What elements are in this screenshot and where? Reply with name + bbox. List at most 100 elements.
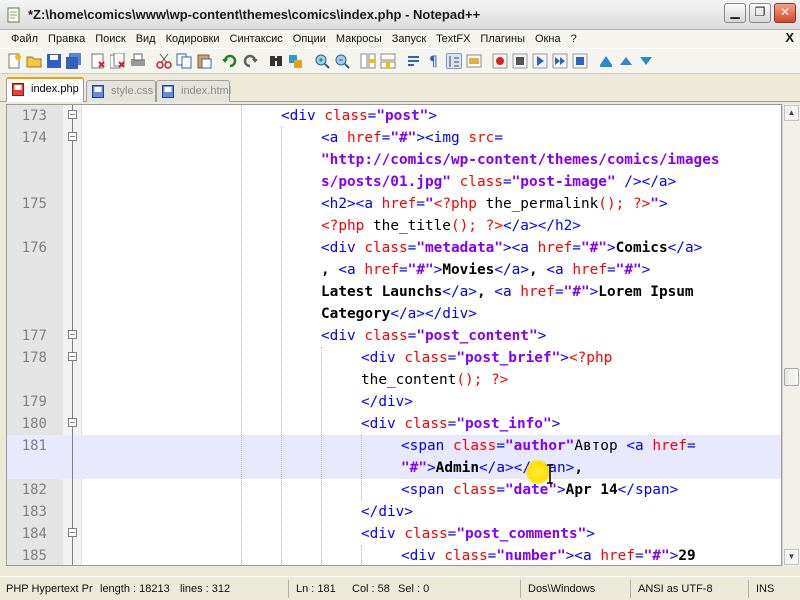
record-icon[interactable] (492, 53, 508, 69)
menu-view[interactable]: Вид (131, 33, 161, 45)
status-filetype: PHP Hypertext Pr (6, 583, 93, 595)
menu-plugins[interactable]: Плагины (475, 33, 530, 45)
close-window-button[interactable]: ✕ (774, 3, 796, 23)
trim-icon[interactable] (598, 53, 614, 69)
scroll-down-icon[interactable]: ▼ (784, 549, 799, 565)
toolbar: ¶ (0, 48, 800, 74)
maximize-button[interactable]: ❐ (749, 3, 771, 23)
code-editor[interactable]: 173 <div class="post"> 174 <a href="#"><… (6, 104, 782, 566)
tab-style-css[interactable]: style.css (86, 80, 156, 102)
status-length: length : 18213 (100, 583, 170, 595)
status-insert-mode: INS (756, 583, 775, 595)
fold-toggle-icon[interactable] (68, 352, 77, 361)
menu-settings[interactable]: Опции (288, 33, 331, 45)
menu-window[interactable]: Окна (530, 33, 566, 45)
play-icon[interactable] (532, 53, 548, 69)
stop-icon[interactable] (512, 53, 528, 69)
menu-search[interactable]: Поиск (90, 33, 130, 45)
print-icon[interactable] (130, 53, 146, 69)
scroll-thumb[interactable] (784, 368, 799, 386)
minimize-button[interactable]: ▁ (724, 3, 746, 23)
menu-edit[interactable]: Правка (43, 33, 90, 45)
line-number: 185 (21, 548, 47, 564)
fold-toggle-icon[interactable] (68, 418, 77, 427)
zoom-in-icon[interactable] (314, 53, 330, 69)
tab-index-php[interactable]: index.php (6, 77, 84, 102)
sync-v-icon[interactable] (360, 53, 376, 69)
svg-text:¶: ¶ (429, 54, 438, 69)
copy-icon[interactable] (176, 53, 192, 69)
down-icon[interactable] (638, 53, 654, 69)
line-number: 177 (21, 328, 47, 344)
undo-icon[interactable] (222, 53, 238, 69)
redo-icon[interactable] (242, 53, 258, 69)
code-line: <div class="number"><a href="#">29 (401, 548, 696, 564)
code-line: <a href="#"><img src= (321, 130, 503, 146)
fold-toggle-icon[interactable] (68, 110, 77, 119)
indent-guide-icon[interactable] (446, 53, 462, 69)
line-number: 179 (21, 394, 47, 410)
menu-bar: Файл Правка Поиск Вид Кодировки Синтакси… (0, 30, 800, 48)
tab-index-html[interactable]: index.html (156, 80, 232, 102)
indent-guide (241, 105, 242, 565)
indent-guide (361, 545, 362, 565)
code-line-wrap: "http://comics/wp-content/themes/comics/… (321, 152, 720, 168)
fold-toggle-icon[interactable] (68, 330, 77, 339)
up-icon[interactable] (618, 53, 634, 69)
zoom-out-icon[interactable] (334, 53, 350, 69)
save-icon[interactable] (46, 53, 62, 69)
close-icon[interactable] (90, 53, 106, 69)
code-line: <div class="post_content"> (321, 328, 547, 344)
cut-icon[interactable] (156, 53, 172, 69)
fold-toggle-icon[interactable] (68, 528, 77, 537)
replace-icon[interactable] (288, 53, 304, 69)
saved-file-icon (162, 85, 174, 98)
all-chars-icon[interactable]: ¶ (426, 53, 442, 69)
find-icon[interactable] (268, 53, 284, 69)
line-number: 180 (21, 416, 47, 432)
code-line: <div class="post"> (281, 108, 437, 124)
vertical-scrollbar[interactable]: ▲ ▼ (782, 104, 800, 566)
line-number: 178 (21, 350, 47, 366)
save-all-icon[interactable] (66, 53, 82, 69)
code-line: </div> (361, 504, 413, 520)
save-macro-icon[interactable] (572, 53, 588, 69)
sync-h-icon[interactable] (380, 53, 396, 69)
code-line: <div class="post_brief"><?php (361, 350, 613, 366)
code-line-wrap: s/posts/01.jpg" class="post-image" /></a… (321, 174, 677, 190)
menu-encoding[interactable]: Кодировки (161, 33, 225, 45)
fold-toggle-icon[interactable] (68, 132, 77, 141)
status-encoding: ANSI as UTF-8 (638, 583, 713, 595)
menu-help[interactable]: ? (566, 33, 582, 45)
menu-run[interactable]: Запуск (387, 33, 431, 45)
open-icon[interactable] (26, 53, 42, 69)
menu-textfx[interactable]: TextFX (431, 33, 475, 45)
menu-macro[interactable]: Макросы (331, 33, 387, 45)
close-document-icon[interactable]: X (785, 30, 794, 45)
close-all-icon[interactable] (110, 53, 126, 69)
status-line: Ln : 181 (296, 583, 336, 595)
scroll-up-icon[interactable]: ▲ (784, 105, 799, 121)
play-multi-icon[interactable] (552, 53, 568, 69)
code-line-wrap: "#">Admin</a></span>, (401, 460, 583, 476)
user-lang-icon[interactable] (466, 53, 482, 69)
code-line-wrap: Latest Launchs</a>, <a href="#">Lorem Ip… (321, 284, 694, 300)
new-icon[interactable] (6, 53, 22, 69)
modified-file-icon (12, 83, 24, 96)
title-bar: *Z:\home\comics\www\wp-content\themes\co… (0, 0, 800, 30)
code-line: <div class="metadata"><a href="#">Comics… (321, 240, 703, 256)
indent-guide (361, 435, 362, 501)
tab-label: index.html (181, 85, 232, 97)
line-number: 175 (21, 196, 47, 212)
code-line: <div class="post_info"> (361, 416, 561, 432)
line-number: 182 (21, 482, 47, 498)
status-column: Col : 58 (352, 583, 390, 595)
indent-guide (321, 347, 322, 565)
line-number: 184 (21, 526, 47, 542)
paste-icon[interactable] (196, 53, 212, 69)
line-number: 173 (21, 108, 47, 124)
menu-language[interactable]: Синтаксис (225, 33, 288, 45)
wrap-icon[interactable] (406, 53, 422, 69)
menu-file[interactable]: Файл (6, 33, 43, 45)
line-number: 183 (21, 504, 47, 520)
